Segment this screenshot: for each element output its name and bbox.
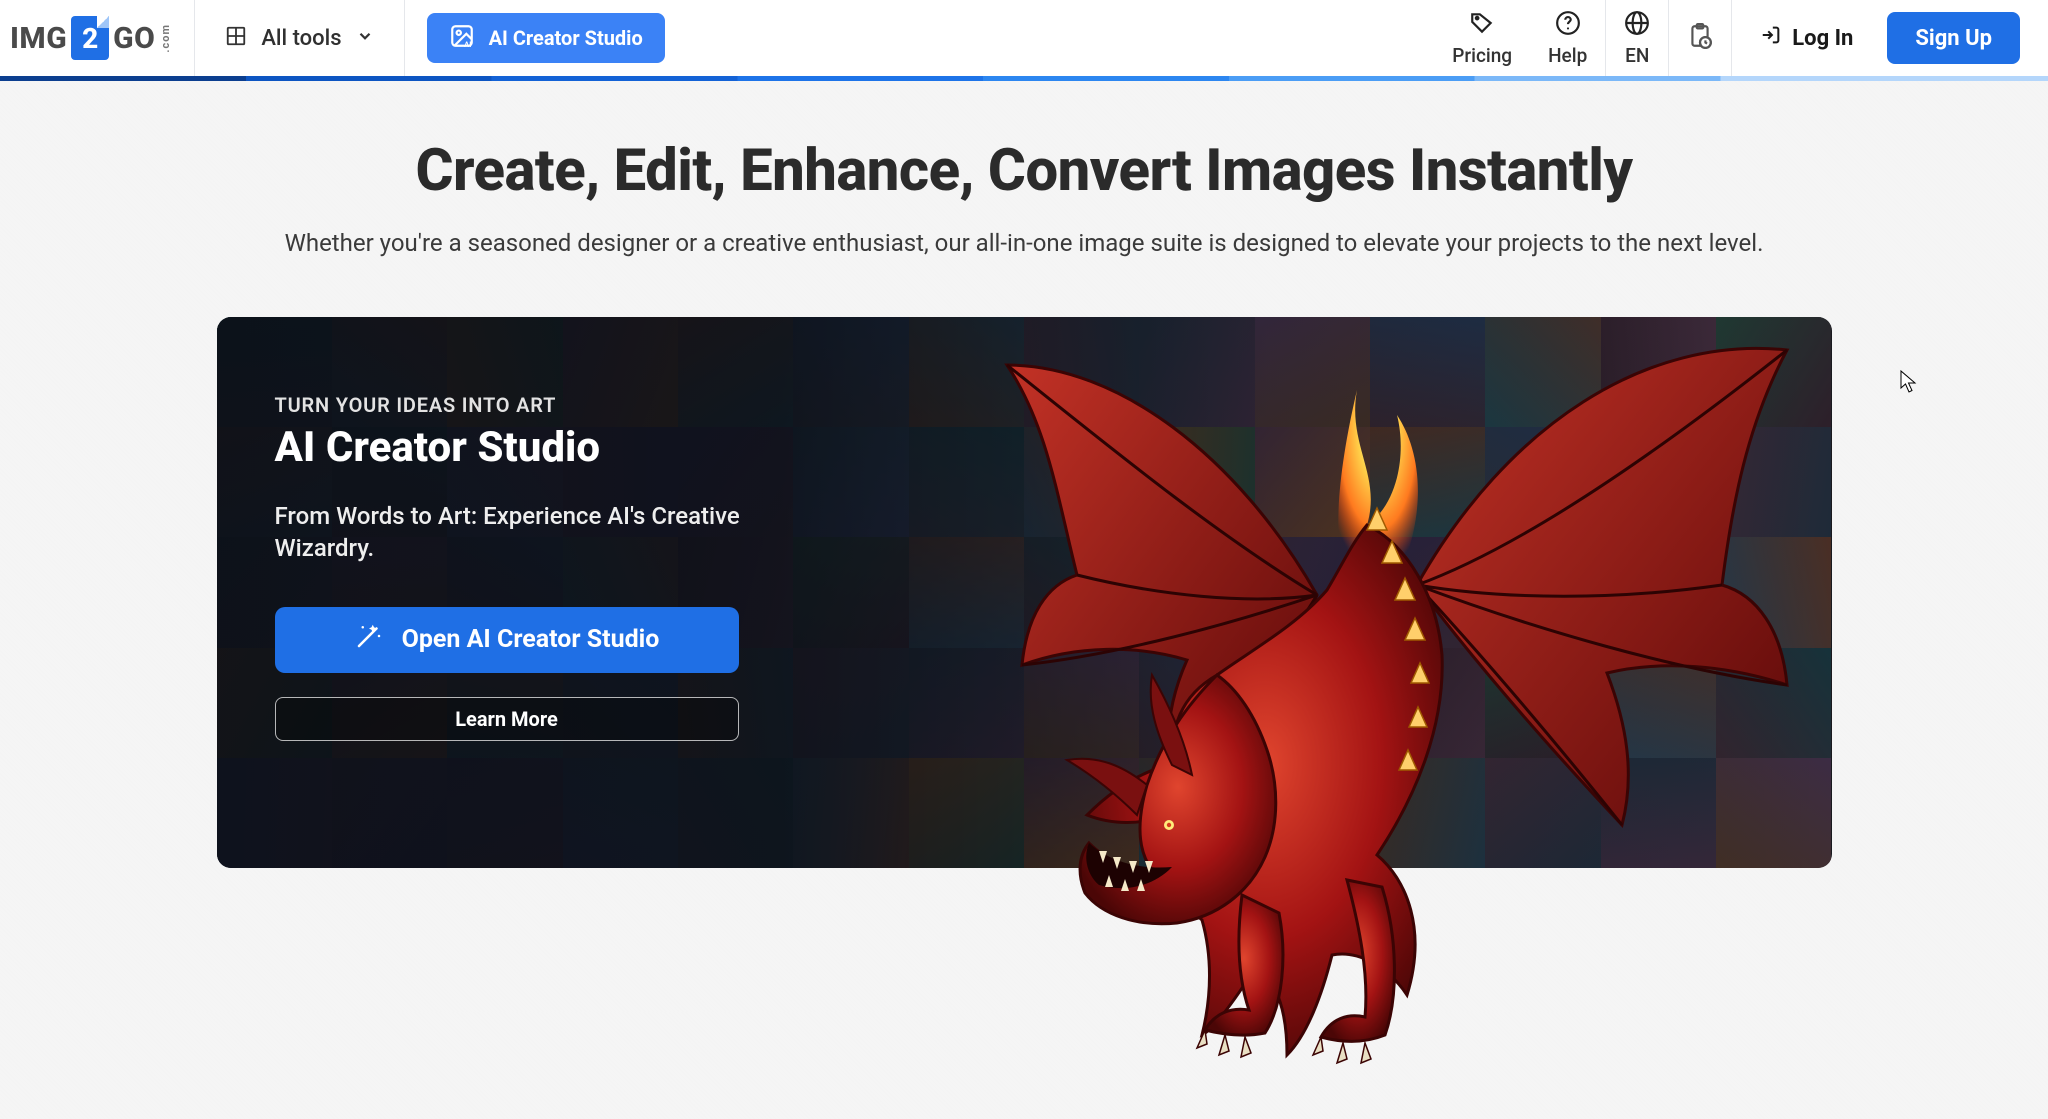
signup-button[interactable]: Sign Up [1887,12,2020,64]
logo[interactable]: IMG 2 GO .com [0,0,195,76]
signup-label: Sign Up [1915,26,1992,51]
login-icon [1760,24,1782,52]
ai-creator-studio-button[interactable]: AI AI Creator Studio [427,13,665,63]
help-label: Help [1548,44,1587,67]
banner: TURN YOUR IDEAS INTO ART AI Creator Stud… [217,317,1832,868]
language-label: EN [1625,44,1649,67]
grid-icon [225,25,247,51]
open-ai-creator-studio-label: Open AI Creator Studio [402,625,660,654]
language-selector[interactable]: EN [1605,0,1669,76]
help-link[interactable]: Help [1530,0,1605,76]
header: IMG 2 GO .com All tools AI [0,0,2048,77]
banner-description: From Words to Art: Experience AI's Creat… [275,500,765,565]
logo-suffix: .com [159,24,172,53]
login-label: Log In [1792,26,1853,51]
logo-text-img: IMG [10,21,67,56]
chevron-down-icon [356,27,374,49]
logo-text-go: GO [113,21,155,56]
banner-title: AI Creator Studio [275,423,765,472]
image-ai-icon: AI [449,23,475,54]
banner-content: TURN YOUR IDEAS INTO ART AI Creator Stud… [275,393,765,741]
banner-eyebrow: TURN YOUR IDEAS INTO ART [275,393,765,417]
all-tools-label: All tools [261,26,341,51]
history-link[interactable] [1669,0,1732,76]
logo-2-box: 2 [71,16,109,60]
help-icon [1555,10,1581,40]
open-ai-creator-studio-button[interactable]: Open AI Creator Studio [275,607,739,673]
hero-title: Create, Edit, Enhance, Convert Images In… [0,137,2048,205]
price-tag-icon [1469,10,1495,40]
mouse-cursor-icon [1900,370,1918,394]
ai-creator-studio-label: AI Creator Studio [489,26,643,50]
hero-subtitle: Whether you're a seasoned designer or a … [0,229,2048,257]
svg-text:AI: AI [464,39,471,48]
learn-more-button[interactable]: Learn More [275,697,739,741]
magic-wand-icon [354,621,384,658]
globe-icon [1624,10,1650,40]
login-link[interactable]: Log In [1732,24,1881,52]
pricing-label: Pricing [1452,44,1512,67]
clipboard-clock-icon [1687,23,1713,53]
learn-more-label: Learn More [455,707,558,731]
hero: Create, Edit, Enhance, Convert Images In… [0,137,2048,257]
all-tools-dropdown[interactable]: All tools [195,0,404,76]
pricing-link[interactable]: Pricing [1434,0,1530,76]
header-gradient-bar [0,76,2048,81]
